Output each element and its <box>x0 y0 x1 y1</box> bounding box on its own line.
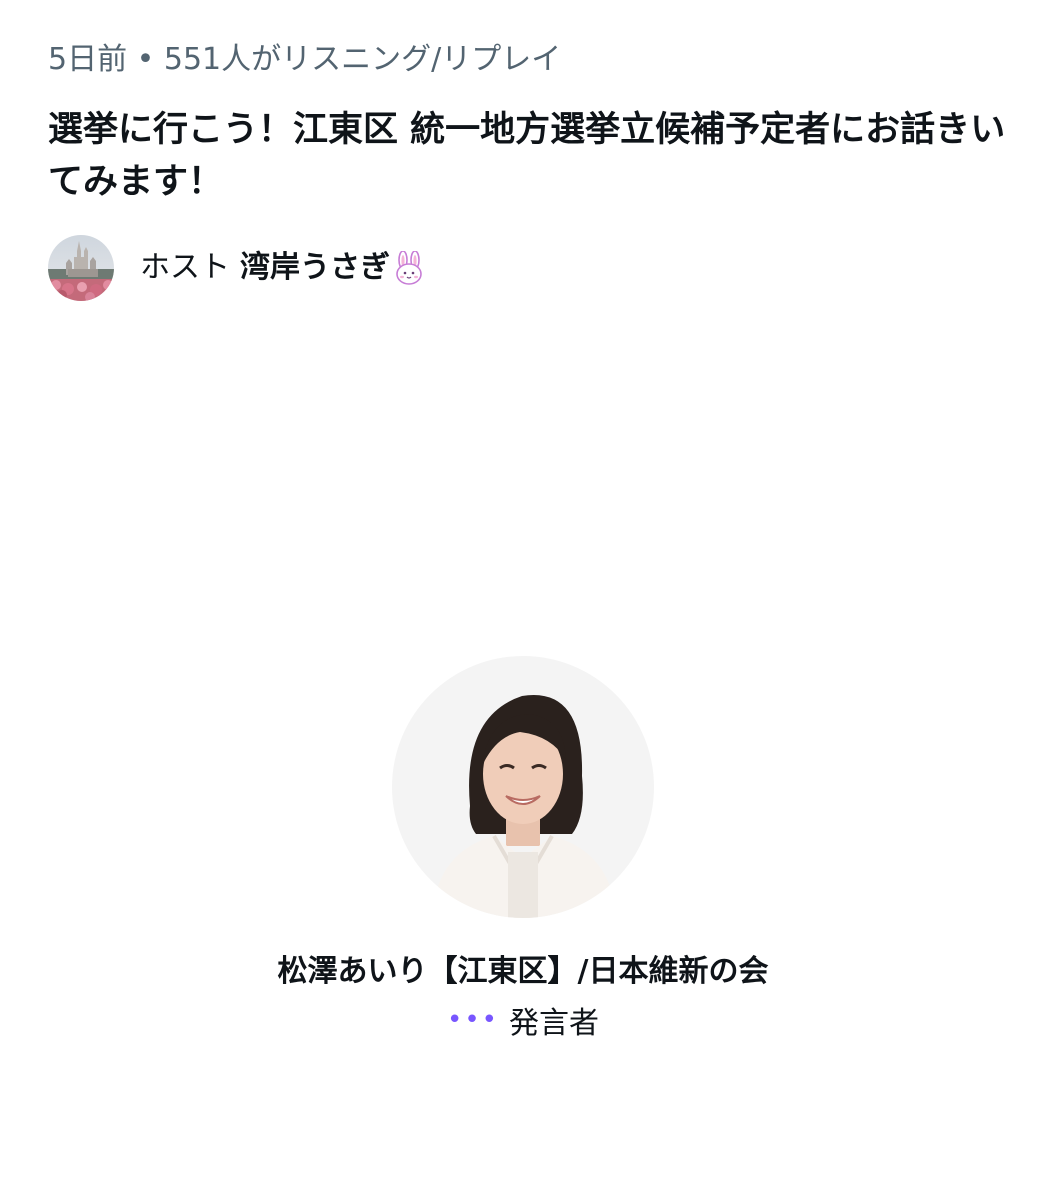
rabbit-face-icon <box>394 250 424 285</box>
speaker-role-row: ••• 発言者 <box>0 1004 1046 1044</box>
speaking-dots-icon: ••• <box>446 1005 499 1035</box>
host-name[interactable]: 湾岸うさぎ <box>240 248 390 288</box>
speaker-role: 発言者 <box>509 1006 599 1041</box>
speaker-avatar[interactable] <box>392 656 654 918</box>
speaker-photo-icon <box>392 656 654 918</box>
host-label: ホスト <box>140 250 230 285</box>
host-avatar[interactable] <box>48 235 114 301</box>
space-meta: 5日前 • 551人がリスニング/リプレイ <box>48 42 562 77</box>
speaker-name: 松澤あいり【江東区】/日本維新の会 <box>277 954 769 989</box>
host-row[interactable]: ホスト 湾岸うさぎ <box>48 234 424 302</box>
space-title: 選挙に行こう！江東区 統一地方選挙立候補予定者にお話きいてみます！ <box>48 110 1006 202</box>
speaker-card[interactable]: 松澤あいり【江東区】/日本維新の会 ••• 発言者 <box>0 656 1046 1044</box>
castle-photo-icon <box>48 235 114 301</box>
host-info: ホスト 湾岸うさぎ <box>140 248 424 288</box>
